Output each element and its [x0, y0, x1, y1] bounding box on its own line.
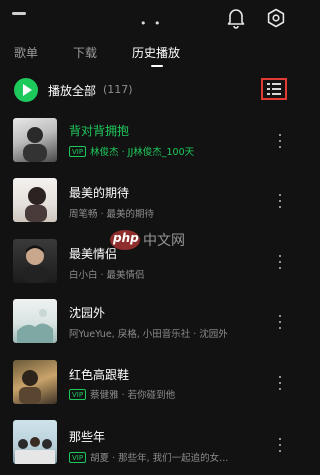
active-tab-indicator — [151, 65, 163, 67]
tab-bar: 歌单 下载 历史播放 — [0, 40, 300, 70]
song-subtitle: VIP 林俊杰 · JJ林俊杰_100天 — [69, 144, 279, 158]
more-icon[interactable] — [277, 134, 283, 150]
song-artist-album: 林俊杰 · JJ林俊杰_100天 — [90, 147, 195, 158]
song-title: 背对背拥抱 — [69, 124, 130, 138]
song-subtitle: 阿YueYue, 戾格, 小田音乐社 · 沈园外 — [69, 329, 228, 340]
song-row[interactable]: 背对背拥抱 VIP 林俊杰 · JJ林俊杰_100天 — [0, 112, 300, 172]
song-title: 红色高跟鞋 — [69, 368, 130, 382]
album-cover — [13, 118, 57, 162]
song-subtitle: VIP 蔡健雅 · 若你碰到他 — [69, 387, 279, 401]
song-row[interactable]: 沈园外 阿YueYue, 戾格, 小田音乐社 · 沈园外 — [0, 293, 300, 353]
song-row[interactable]: 那些年 VIP 胡夏 · 那些年, 我们一起追的女... — [0, 414, 300, 474]
song-subtitle: 周笔畅 · 最美的期待 — [69, 209, 155, 220]
bell-icon[interactable] — [226, 7, 246, 29]
song-count: (117) — [103, 83, 133, 96]
album-cover — [13, 420, 57, 464]
more-icon[interactable] — [277, 376, 283, 392]
vip-badge: VIP — [69, 389, 87, 400]
top-bar: • • — [0, 0, 300, 38]
vip-badge: VIP — [69, 452, 87, 463]
more-icon[interactable] — [277, 255, 283, 271]
tab-playlists[interactable]: 歌单 — [14, 44, 38, 61]
album-cover — [13, 299, 57, 343]
more-icon[interactable] — [277, 315, 283, 331]
song-row[interactable]: 最美的期待 周笔畅 · 最美的期待 — [0, 172, 300, 232]
settings-icon[interactable] — [266, 8, 286, 28]
song-row[interactable]: 红色高跟鞋 VIP 蔡健雅 · 若你碰到他 — [0, 354, 300, 414]
watermark-text: 中文网 — [143, 233, 185, 249]
song-title: 最美的期待 — [69, 186, 130, 200]
vip-badge: VIP — [69, 146, 87, 157]
song-artist-album: 胡夏 · 那些年, 我们一起追的女... — [90, 453, 229, 464]
album-cover — [13, 178, 57, 222]
more-icon[interactable] — [277, 438, 283, 454]
album-cover — [13, 239, 57, 283]
song-title: 最美情侣 — [69, 247, 118, 261]
song-title: 那些年 — [69, 430, 106, 444]
song-artist-album: 蔡健雅 · 若你碰到他 — [90, 390, 176, 401]
more-icon[interactable] — [277, 194, 283, 210]
tab-downloads[interactable]: 下载 — [73, 44, 97, 61]
status-dots-icon: • • — [140, 17, 163, 30]
song-title: 沈园外 — [69, 306, 106, 320]
play-all-label[interactable]: 播放全部 — [48, 82, 96, 99]
watermark-brand: php — [113, 231, 139, 245]
play-all-bar — [0, 74, 300, 106]
back-icon[interactable] — [12, 10, 28, 18]
list-manage-icon[interactable] — [261, 78, 287, 100]
tab-history[interactable]: 历史播放 — [132, 44, 180, 61]
song-subtitle: 白小白 · 最美情侣 — [69, 270, 145, 281]
song-subtitle: VIP 胡夏 · 那些年, 我们一起追的女... — [69, 450, 279, 464]
album-cover — [13, 360, 57, 404]
play-icon[interactable] — [14, 78, 38, 102]
